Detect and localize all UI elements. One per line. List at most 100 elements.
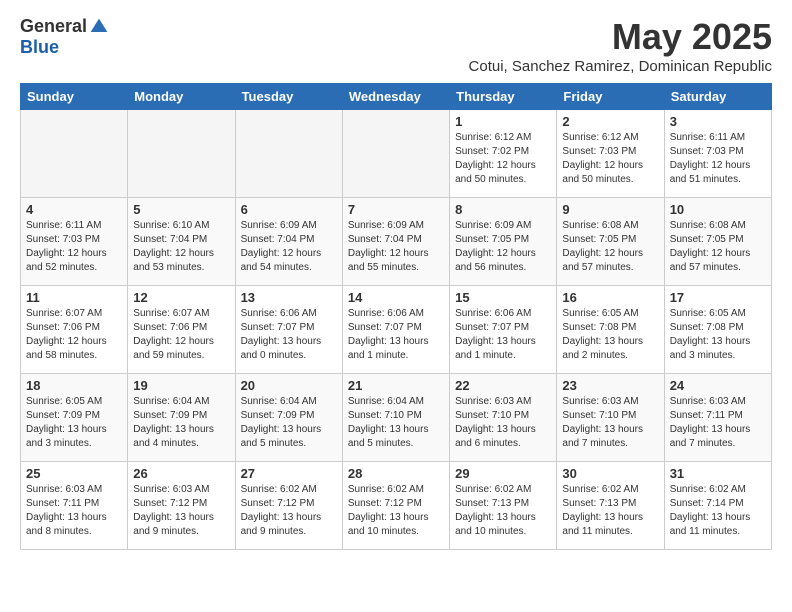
day-info: Sunrise: 6:04 AM Sunset: 7:09 PM Dayligh… [241,395,337,451]
day-cell: 4Sunrise: 6:11 AM Sunset: 7:03 PM Daylig… [21,198,128,286]
day-number: 18 [26,378,122,393]
day-number: 29 [455,466,551,481]
day-cell [21,110,128,198]
logo-general: General [20,16,87,37]
day-info: Sunrise: 6:02 AM Sunset: 7:13 PM Dayligh… [455,483,551,539]
day-number: 20 [241,378,337,393]
day-cell: 2Sunrise: 6:12 AM Sunset: 7:03 PM Daylig… [557,110,664,198]
day-number: 27 [241,466,337,481]
day-number: 3 [670,114,766,129]
day-cell: 28 Sunrise: 6:02 AM Sunset: 7:12 PM Dayli… [342,462,449,550]
header-area: General Blue May 2025 Cotui, Sanchez Ram… [20,16,772,75]
day-cell: 7Sunrise: 6:09 AM Sunset: 7:04 PM Daylig… [342,198,449,286]
day-number: 16 [562,290,658,305]
day-info: Sunrise: 6:05 AM Sunset: 7:09 PM Dayligh… [26,395,122,451]
day-cell: 20 Sunrise: 6:04 AM Sunset: 7:09 PM Dayli… [235,374,342,462]
day-info: Sunrise: 6:02 AM Sunset: 7:14 PM Dayligh… [670,483,766,539]
day-cell: 19 Sunrise: 6:04 AM Sunset: 7:09 PM Dayli… [128,374,235,462]
day-info: Sunrise: 6:10 AM Sunset: 7:04 PM Dayligh… [133,219,229,275]
day-info: Sunrise: 6:03 AM Sunset: 7:11 PM Dayligh… [26,483,122,539]
day-cell: 31 Sunrise: 6:02 AM Sunset: 7:14 PM Dayli… [664,462,771,550]
logo-icon [89,17,109,37]
day-cell: 8 Sunrise: 6:09 AM Sunset: 7:05 PM Daylig… [450,198,557,286]
day-cell: 9Sunrise: 6:08 AM Sunset: 7:05 PM Daylig… [557,198,664,286]
day-info: Sunrise: 6:05 AM Sunset: 7:08 PM Dayligh… [670,307,766,363]
day-info: Sunrise: 6:06 AM Sunset: 7:07 PM Dayligh… [241,307,337,363]
day-info: Sunrise: 6:02 AM Sunset: 7:12 PM Dayligh… [348,483,444,539]
day-number: 28 [348,466,444,481]
day-cell: 14 Sunrise: 6:06 AM Sunset: 7:07 PM Dayli… [342,286,449,374]
day-number: 8 [455,202,551,217]
title-area: May 2025 Cotui, Sanchez Ramirez, Dominic… [469,16,772,75]
day-number: 31 [670,466,766,481]
day-info: Sunrise: 6:11 AM Sunset: 7:03 PM Dayligh… [26,219,122,275]
day-info: Sunrise: 6:12 AM Sunset: 7:02 PM Dayligh… [455,131,551,187]
day-info: Sunrise: 6:11 AM Sunset: 7:03 PM Dayligh… [670,131,766,187]
week-row-1: 1 Sunrise: 6:12 AM Sunset: 7:02 PM Daylig… [21,110,772,198]
day-info: Sunrise: 6:04 AM Sunset: 7:10 PM Dayligh… [348,395,444,451]
day-info: Sunrise: 6:03 AM Sunset: 7:10 PM Dayligh… [455,395,551,451]
day-info: Sunrise: 6:06 AM Sunset: 7:07 PM Dayligh… [348,307,444,363]
day-number: 21 [348,378,444,393]
day-info: Sunrise: 6:03 AM Sunset: 7:10 PM Dayligh… [562,395,658,451]
day-cell: 15Sunrise: 6:06 AM Sunset: 7:07 PM Dayli… [450,286,557,374]
day-number: 1 [455,114,551,129]
day-cell [342,110,449,198]
day-cell: 6 Sunrise: 6:09 AM Sunset: 7:04 PM Daylig… [235,198,342,286]
day-cell: 11Sunrise: 6:07 AM Sunset: 7:06 PM Dayli… [21,286,128,374]
week-row-5: 25 Sunrise: 6:03 AM Sunset: 7:11 PM Dayli… [21,462,772,550]
day-header-monday: Monday [128,84,235,110]
day-info: Sunrise: 6:09 AM Sunset: 7:05 PM Dayligh… [455,219,551,275]
day-info: Sunrise: 6:03 AM Sunset: 7:11 PM Dayligh… [670,395,766,451]
day-cell: 27Sunrise: 6:02 AM Sunset: 7:12 PM Dayli… [235,462,342,550]
day-cell: 23 Sunrise: 6:03 AM Sunset: 7:10 PM Dayli… [557,374,664,462]
day-cell: 10 Sunrise: 6:08 AM Sunset: 7:05 PM Dayli… [664,198,771,286]
day-number: 23 [562,378,658,393]
week-row-4: 18 Sunrise: 6:05 AM Sunset: 7:09 PM Dayli… [21,374,772,462]
day-info: Sunrise: 6:05 AM Sunset: 7:08 PM Dayligh… [562,307,658,363]
day-info: Sunrise: 6:06 AM Sunset: 7:07 PM Dayligh… [455,307,551,363]
day-cell: 30 Sunrise: 6:02 AM Sunset: 7:13 PM Dayli… [557,462,664,550]
week-row-2: 4Sunrise: 6:11 AM Sunset: 7:03 PM Daylig… [21,198,772,286]
week-row-3: 11Sunrise: 6:07 AM Sunset: 7:06 PM Dayli… [21,286,772,374]
day-cell: 18 Sunrise: 6:05 AM Sunset: 7:09 PM Dayli… [21,374,128,462]
day-cell: 5 Sunrise: 6:10 AM Sunset: 7:04 PM Daylig… [128,198,235,286]
calendar: SundayMondayTuesdayWednesdayThursdayFrid… [20,83,772,550]
day-info: Sunrise: 6:08 AM Sunset: 7:05 PM Dayligh… [562,219,658,275]
day-cell: 25 Sunrise: 6:03 AM Sunset: 7:11 PM Dayli… [21,462,128,550]
day-number: 24 [670,378,766,393]
day-number: 7 [348,202,444,217]
day-number: 19 [133,378,229,393]
logo-blue: Blue [20,37,59,58]
day-header-sunday: Sunday [21,84,128,110]
day-info: Sunrise: 6:02 AM Sunset: 7:13 PM Dayligh… [562,483,658,539]
day-cell: 26Sunrise: 6:03 AM Sunset: 7:12 PM Dayli… [128,462,235,550]
day-cell: 21 Sunrise: 6:04 AM Sunset: 7:10 PM Dayli… [342,374,449,462]
day-header-tuesday: Tuesday [235,84,342,110]
day-number: 10 [670,202,766,217]
day-number: 6 [241,202,337,217]
day-cell [128,110,235,198]
day-info: Sunrise: 6:07 AM Sunset: 7:06 PM Dayligh… [133,307,229,363]
day-cell [235,110,342,198]
day-info: Sunrise: 6:09 AM Sunset: 7:04 PM Dayligh… [241,219,337,275]
day-cell: 22Sunrise: 6:03 AM Sunset: 7:10 PM Dayli… [450,374,557,462]
day-number: 17 [670,290,766,305]
day-info: Sunrise: 6:04 AM Sunset: 7:09 PM Dayligh… [133,395,229,451]
day-number: 30 [562,466,658,481]
logo: General Blue [20,16,109,58]
day-cell: 29 Sunrise: 6:02 AM Sunset: 7:13 PM Dayli… [450,462,557,550]
day-number: 5 [133,202,229,217]
day-header-saturday: Saturday [664,84,771,110]
subtitle: Cotui, Sanchez Ramirez, Dominican Republ… [469,58,772,75]
day-info: Sunrise: 6:08 AM Sunset: 7:05 PM Dayligh… [670,219,766,275]
day-cell: 3 Sunrise: 6:11 AM Sunset: 7:03 PM Daylig… [664,110,771,198]
day-header-wednesday: Wednesday [342,84,449,110]
day-info: Sunrise: 6:07 AM Sunset: 7:06 PM Dayligh… [26,307,122,363]
day-number: 25 [26,466,122,481]
day-cell: 16 Sunrise: 6:05 AM Sunset: 7:08 PM Dayli… [557,286,664,374]
day-header-thursday: Thursday [450,84,557,110]
day-cell: 24 Sunrise: 6:03 AM Sunset: 7:11 PM Dayli… [664,374,771,462]
day-number: 14 [348,290,444,305]
day-cell: 12Sunrise: 6:07 AM Sunset: 7:06 PM Dayli… [128,286,235,374]
